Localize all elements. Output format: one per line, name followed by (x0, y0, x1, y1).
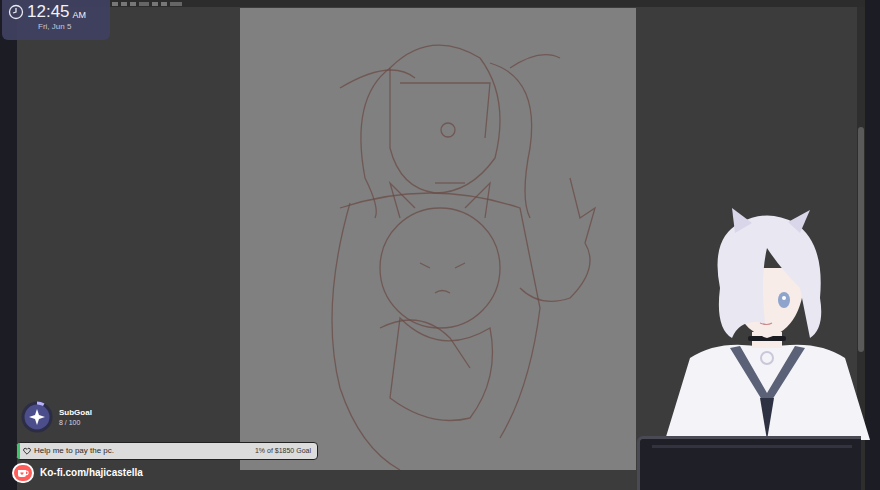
avatar (660, 208, 875, 440)
toolbar (17, 0, 865, 7)
kofi-link[interactable]: Ko-fi.com/hajicastella (40, 467, 143, 479)
heart-icon (23, 447, 31, 455)
clock-widget: 12:45 AM Fri, Jun 5 (2, 0, 110, 40)
kofi-widget: Ko-fi.com/hajicastella (12, 463, 143, 483)
subgoal-ring (20, 400, 54, 434)
goal-label: Help me to pay the pc. (34, 446, 114, 456)
subgoal-count: 8 / 100 (59, 418, 92, 427)
goal-reading: 1% of $1850 Goal (255, 446, 311, 456)
clock-date: Fri, Jun 5 (8, 22, 104, 32)
subgoal-fill (23, 403, 51, 431)
subgoal-title: SubGoal (59, 408, 92, 418)
sketch-icon (240, 8, 636, 470)
goal-fill (17, 443, 20, 459)
goal-bar: Help me to pay the pc. 1% of $1850 Goal (16, 442, 318, 460)
clock-period: AM (73, 8, 87, 22)
clock-icon (8, 4, 24, 20)
stream-scene: 12:45 AM Fri, Jun 5 SubGoal 8 / 100 Help… (0, 0, 880, 490)
clock-time: 12:45 (27, 2, 70, 22)
kofi-icon (12, 463, 34, 483)
subgoal-widget: SubGoal 8 / 100 (20, 400, 92, 434)
vtuber-avatar-icon (660, 208, 875, 440)
desk-panel (637, 436, 861, 490)
drawing-canvas[interactable] (240, 8, 636, 470)
star-icon (20, 400, 54, 434)
